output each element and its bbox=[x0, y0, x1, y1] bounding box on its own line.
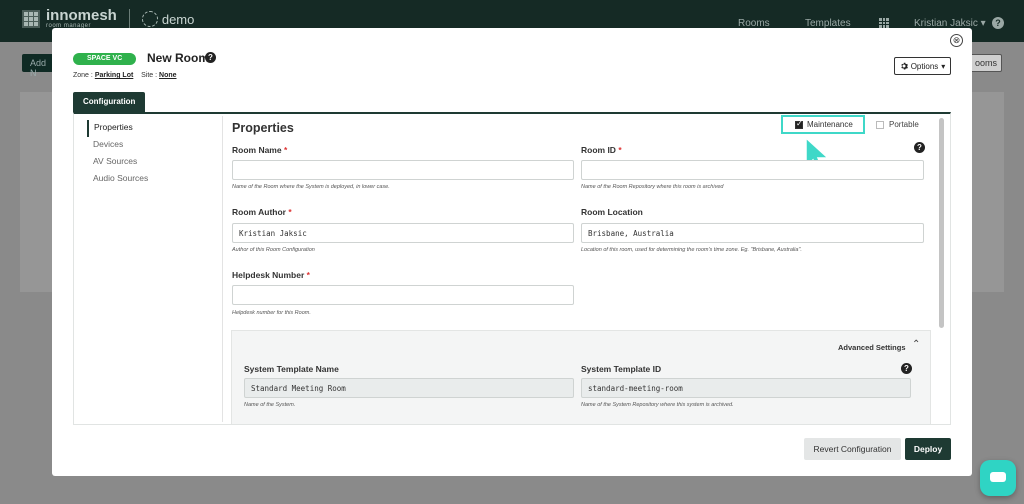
zone-site-line: Zone : Parking Lot Site : None bbox=[73, 72, 177, 79]
innomesh-logo-icon bbox=[22, 10, 40, 28]
maintenance-label: Maintenance bbox=[807, 120, 853, 129]
deploy-button[interactable]: Deploy bbox=[905, 438, 951, 460]
help-icon[interactable]: ? bbox=[901, 363, 912, 374]
maintenance-checkbox[interactable]: Maintenance bbox=[781, 115, 865, 134]
side-item-properties[interactable]: Properties bbox=[87, 120, 217, 137]
chat-icon[interactable] bbox=[980, 460, 1016, 496]
room-type-badge: SPACE VC bbox=[73, 53, 137, 65]
caret-down-icon: ▾ bbox=[941, 61, 946, 71]
scrollbar[interactable] bbox=[939, 118, 944, 328]
room-location-input[interactable] bbox=[581, 223, 924, 243]
zone-link[interactable]: Parking Lot bbox=[95, 72, 134, 79]
room-id-label: Room ID * bbox=[581, 145, 622, 155]
room-author-label: Room Author * bbox=[232, 207, 292, 217]
options-label: Options bbox=[910, 61, 939, 71]
system-template-name-label: System Template Name bbox=[244, 364, 339, 374]
zone-label: Zone : bbox=[73, 72, 93, 79]
checkbox-checked-icon[interactable] bbox=[795, 119, 803, 129]
advanced-settings-panel bbox=[231, 330, 931, 424]
help-icon[interactable]: ? bbox=[205, 52, 216, 63]
room-name-input[interactable] bbox=[232, 160, 574, 180]
tab-configuration[interactable]: Configuration bbox=[73, 92, 146, 112]
side-item-av-sources[interactable]: AV Sources bbox=[87, 154, 217, 171]
help-icon[interactable]: ? bbox=[914, 142, 925, 153]
revert-configuration-button[interactable]: Revert Configuration bbox=[804, 438, 901, 460]
brand-logo[interactable]: innomesh room manager demo bbox=[22, 7, 195, 29]
portable-label: Portable bbox=[889, 120, 919, 129]
logo-divider bbox=[128, 9, 130, 29]
side-divider bbox=[222, 116, 223, 422]
system-template-id-label: System Template ID bbox=[581, 364, 662, 374]
section-title: Properties bbox=[232, 121, 294, 135]
new-room-modal: ⊗ SPACE VC New Room ? Zone : Parking Lot… bbox=[52, 28, 972, 476]
room-id-hint: Name of the Room Repository where this r… bbox=[581, 184, 724, 190]
portable-checkbox[interactable]: Portable bbox=[876, 120, 919, 129]
system-template-id-input[interactable] bbox=[581, 378, 911, 398]
tenant-icon bbox=[141, 11, 158, 27]
advanced-settings-toggle[interactable]: Advanced Settings bbox=[838, 343, 906, 352]
brand-wordmark: innomesh room manager bbox=[46, 7, 117, 29]
gear-icon bbox=[901, 62, 908, 70]
room-author-input[interactable] bbox=[232, 223, 574, 243]
tenant-label: demo bbox=[161, 11, 195, 27]
room-id-input[interactable] bbox=[581, 160, 924, 180]
site-link[interactable]: None bbox=[159, 72, 177, 79]
side-navigation: Properties Devices AV Sources Audio Sour… bbox=[87, 120, 217, 188]
room-location-label: Room Location bbox=[581, 207, 643, 217]
room-name-hint: Name of the Room where the System is dep… bbox=[232, 184, 390, 190]
side-item-audio-sources[interactable]: Audio Sources bbox=[87, 171, 217, 188]
helpdesk-number-label: Helpdesk Number * bbox=[232, 270, 310, 280]
help-icon[interactable]: ? bbox=[992, 17, 1004, 29]
helpdesk-number-hint: Helpdesk number for this Room. bbox=[232, 310, 311, 316]
room-author-hint: Author of this Room Configuration bbox=[232, 247, 315, 253]
modal-title: New Room bbox=[147, 51, 210, 65]
room-name-label: Room Name * bbox=[232, 145, 288, 155]
options-button[interactable]: Options ▾ bbox=[894, 57, 951, 75]
tenant-name: demo bbox=[141, 11, 195, 27]
apps-grid-icon[interactable] bbox=[879, 18, 889, 28]
checkbox-unchecked-icon[interactable] bbox=[876, 120, 884, 129]
system-template-name-input[interactable] bbox=[244, 378, 574, 398]
system-template-name-hint: Name of the System. bbox=[244, 402, 296, 408]
brand-name: innomesh bbox=[46, 7, 117, 24]
helpdesk-number-input[interactable] bbox=[232, 285, 574, 305]
system-template-id-hint: Name of the System Repository where this… bbox=[581, 402, 734, 408]
close-icon[interactable]: ⊗ bbox=[950, 34, 963, 47]
chevron-up-icon[interactable]: ⌃ bbox=[912, 339, 920, 350]
room-location-hint: Location of this room, used for determin… bbox=[581, 247, 802, 253]
site-label: Site : bbox=[141, 72, 158, 79]
side-item-devices[interactable]: Devices bbox=[87, 137, 217, 154]
